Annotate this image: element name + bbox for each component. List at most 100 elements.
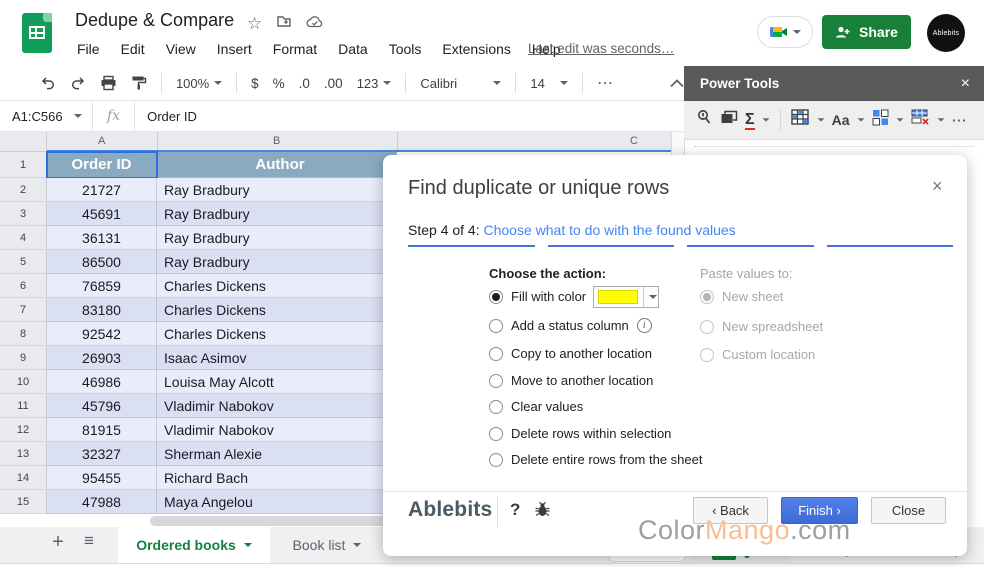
google-sheets-icon[interactable] <box>22 13 52 53</box>
column-header-b[interactable]: B <box>273 135 280 147</box>
row-header[interactable]: 13 <box>0 442 47 466</box>
redo-icon[interactable] <box>70 75 86 91</box>
text-tools-caret-icon[interactable] <box>857 118 864 121</box>
add-sheet-button[interactable]: + <box>48 531 68 554</box>
row-header[interactable]: 15 <box>0 490 47 514</box>
font-size-select[interactable]: 14 <box>530 76 568 91</box>
table-tools-icon[interactable] <box>791 109 810 131</box>
share-button[interactable]: Share <box>822 15 911 49</box>
cell-order-id[interactable]: 26903 <box>47 346 157 370</box>
delete-tools-icon[interactable] <box>911 109 930 131</box>
row-header[interactable]: 10 <box>0 370 47 394</box>
table-tools-caret-icon[interactable] <box>817 118 824 121</box>
power-tools-close-icon[interactable]: × <box>961 75 970 93</box>
menu-data[interactable]: Data <box>334 39 372 59</box>
cell-order-id[interactable]: 76859 <box>47 274 157 298</box>
cell-author[interactable]: Vladimir Nabokov <box>157 394 397 418</box>
cell-author[interactable]: Ray Bradbury <box>157 178 397 202</box>
radio-clear-values[interactable]: Clear values <box>489 399 583 414</box>
menu-extensions[interactable]: Extensions <box>438 39 514 59</box>
select-all-corner[interactable] <box>0 132 47 152</box>
cell-author[interactable]: Richard Bach <box>157 466 397 490</box>
row-header[interactable]: 11 <box>0 394 47 418</box>
menu-view[interactable]: View <box>162 39 200 59</box>
cell-author[interactable]: Charles Dickens <box>157 274 397 298</box>
row-header[interactable]: 9 <box>0 346 47 370</box>
sheet-tab-book-list[interactable]: Book list <box>272 527 382 563</box>
cell-author[interactable]: Ray Bradbury <box>157 202 397 226</box>
zoom-select[interactable]: 100% <box>176 76 222 91</box>
radio-fill-with-color[interactable]: Fill with color <box>489 289 586 304</box>
paint-format-icon[interactable] <box>131 75 147 91</box>
cell-order-id[interactable]: 21727 <box>47 178 157 202</box>
cell-a1[interactable]: Order ID <box>47 152 157 178</box>
format-percent-button[interactable]: % <box>273 76 285 91</box>
formula-input[interactable]: Order ID <box>135 109 197 124</box>
menu-insert[interactable]: Insert <box>213 39 256 59</box>
name-box[interactable]: A1:C566 <box>0 109 92 124</box>
row-header[interactable]: 7 <box>0 298 47 322</box>
workspace-icon[interactable] <box>720 110 738 131</box>
cell-order-id[interactable]: 46986 <box>47 370 157 394</box>
fill-color-dropdown[interactable] <box>593 286 659 308</box>
cell-author[interactable]: Maya Angelou <box>157 490 397 514</box>
cloud-status-icon[interactable] <box>306 14 324 34</box>
dialog-close-icon[interactable]: × <box>932 176 943 197</box>
menu-format[interactable]: Format <box>269 39 321 59</box>
radio-move-to-location[interactable]: Move to another location <box>489 373 653 388</box>
collapse-toolbar-icon[interactable] <box>670 79 684 88</box>
radio-delete-entire-rows[interactable]: Delete entire rows from the sheet <box>489 452 702 467</box>
cell-order-id[interactable]: 86500 <box>47 250 157 274</box>
format-currency-button[interactable]: $ <box>251 76 259 91</box>
row-header[interactable]: 3 <box>0 202 47 226</box>
cell-order-id[interactable]: 45796 <box>47 394 157 418</box>
cell-order-id[interactable]: 81915 <box>47 418 157 442</box>
radio-icon[interactable] <box>489 453 503 467</box>
cell-order-id[interactable]: 32327 <box>47 442 157 466</box>
document-title[interactable]: Dedupe & Compare <box>75 10 234 31</box>
text-tools-icon[interactable]: Aa <box>832 112 850 128</box>
toolbar-more-button[interactable]: ⋯ <box>597 73 614 93</box>
radio-add-status-column[interactable]: Add a status column i <box>489 318 652 333</box>
row-header[interactable]: 14 <box>0 466 47 490</box>
font-select[interactable]: Calibri <box>420 76 501 91</box>
radio-icon[interactable] <box>489 319 503 333</box>
row-header[interactable]: 5 <box>0 250 47 274</box>
last-edit-link[interactable]: Last edit was seconds… <box>528 41 674 56</box>
cell-author[interactable]: Louisa May Alcott <box>157 370 397 394</box>
move-folder-icon[interactable] <box>276 13 292 34</box>
split-tools-caret-icon[interactable] <box>896 118 903 121</box>
close-button[interactable]: Close <box>871 497 946 524</box>
cell-order-id[interactable]: 95455 <box>47 466 157 490</box>
account-avatar[interactable]: Ablebits <box>927 14 965 52</box>
cell-order-id[interactable]: 47988 <box>47 490 157 514</box>
radio-delete-rows-selection[interactable]: Delete rows within selection <box>489 426 671 441</box>
cell-b1[interactable]: Author <box>157 152 397 178</box>
cell-author[interactable]: Vladimir Nabokov <box>157 418 397 442</box>
cell-author[interactable]: Ray Bradbury <box>157 250 397 274</box>
cell-author[interactable]: Charles Dickens <box>157 322 397 346</box>
delete-tools-caret-icon[interactable] <box>937 118 944 121</box>
menu-file[interactable]: File <box>73 39 104 59</box>
radio-icon[interactable] <box>489 427 503 441</box>
info-icon[interactable]: i <box>637 318 652 333</box>
all-sheets-button[interactable]: ≡ <box>78 531 100 551</box>
cell-author[interactable]: Charles Dickens <box>157 298 397 322</box>
sum-caret-icon[interactable] <box>762 118 769 121</box>
meet-call-button[interactable] <box>757 16 813 48</box>
row-header-1[interactable]: 1 <box>0 152 47 178</box>
radio-selected-icon[interactable] <box>489 290 503 304</box>
panel-more-icon[interactable]: ⋯ <box>952 111 968 129</box>
radio-copy-to-location[interactable]: Copy to another location <box>489 346 652 361</box>
print-icon[interactable] <box>100 75 117 91</box>
row-header[interactable]: 4 <box>0 226 47 250</box>
radio-icon[interactable] <box>489 374 503 388</box>
row-header[interactable]: 12 <box>0 418 47 442</box>
radio-icon[interactable] <box>489 347 503 361</box>
cell-author[interactable]: Isaac Asimov <box>157 346 397 370</box>
column-header-c[interactable]: C <box>630 135 638 147</box>
cell-order-id[interactable]: 36131 <box>47 226 157 250</box>
sum-calc-icon[interactable]: Σ <box>745 111 755 130</box>
radio-icon[interactable] <box>489 400 503 414</box>
cell-order-id[interactable]: 83180 <box>47 298 157 322</box>
